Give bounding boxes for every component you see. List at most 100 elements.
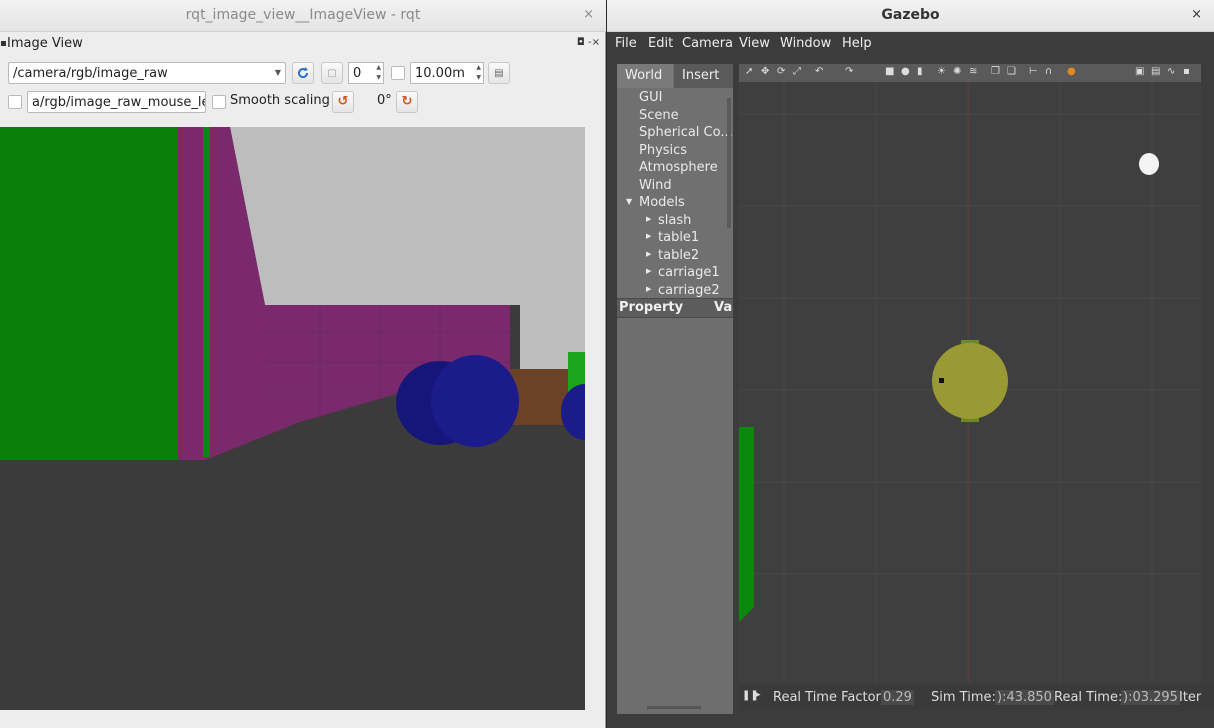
translate-mode-icon[interactable]: ✥ <box>761 66 769 77</box>
spin-down-icon[interactable]: ▼ <box>476 74 481 81</box>
box-shape-icon[interactable]: ■ <box>885 66 894 77</box>
scene-render <box>739 82 1201 683</box>
spinbox[interactable]: 0 ▲ ▼ <box>348 62 384 84</box>
scene-toolbar: ➚ ✥ ⟳ ⤢ ↶ ↷ ■ ● ▮ ☀ ✺ ≋ ❐ ❑ ⊢ ∩ ● ▣ ▤ ∿ … <box>739 64 1201 82</box>
view-angle-icon[interactable]: ● <box>1067 66 1076 77</box>
spin-down-icon[interactable]: ▼ <box>376 74 381 81</box>
gazebo-window-title: Gazebo <box>881 7 940 23</box>
spin-up-icon[interactable]: ▲ <box>476 64 481 71</box>
directional-light-icon[interactable]: ≋ <box>969 66 977 77</box>
menu-window[interactable]: Window <box>780 36 831 51</box>
tree-item-wind[interactable]: Wind <box>639 178 672 193</box>
world-panel: World Insert GUI Scene Spherical Co... P… <box>617 64 733 714</box>
iterations-label: Iter <box>1179 690 1202 705</box>
world-tree: GUI Scene Spherical Co... Physics Atmosp… <box>617 88 733 298</box>
refresh-icon <box>298 67 309 79</box>
real-time-factor-value: 0.29 <box>881 690 914 705</box>
save-image-button[interactable]: ▤ <box>488 62 510 84</box>
collapsed-arrow-icon[interactable]: ▶ <box>646 215 651 223</box>
model-item[interactable]: table1 <box>658 230 699 245</box>
dynamic-range-checkbox[interactable] <box>391 66 405 80</box>
menu-view[interactable]: View <box>739 36 770 51</box>
redo-icon[interactable]: ↷ <box>845 66 853 77</box>
screenshot-icon[interactable]: ▣ <box>1135 66 1144 77</box>
gazebo-titlebar: Gazebo × <box>607 0 1214 32</box>
model-item[interactable]: carriage2 <box>658 283 720 298</box>
rotate-left-icon: ↺ <box>337 94 349 109</box>
tree-item-spherical-coordinates[interactable]: Spherical Co... <box>639 125 733 140</box>
paste-icon[interactable]: ❑ <box>1007 66 1016 77</box>
menu-help[interactable]: Help <box>842 36 872 51</box>
rqt-titlebar: rqt_image_view__ImageView - rqt × <box>0 0 606 32</box>
tree-item-scene[interactable]: Scene <box>639 108 679 123</box>
tree-item-models[interactable]: Models <box>639 195 685 210</box>
zoom-1-button[interactable]: ▢ <box>321 62 343 84</box>
scale-mode-icon[interactable]: ⤢ <box>793 66 801 77</box>
property-header: Property Va <box>617 298 733 318</box>
chevron-down-icon: ▼ <box>274 68 281 77</box>
collapsed-arrow-icon[interactable]: ▶ <box>646 250 651 258</box>
copy-icon[interactable]: ❐ <box>991 66 1000 77</box>
sphere-shape-icon[interactable]: ● <box>901 66 910 77</box>
plot-icon[interactable]: ∿ <box>1167 66 1175 77</box>
refresh-topics-button[interactable] <box>292 62 314 84</box>
collapsed-arrow-icon[interactable]: ▶ <box>646 232 651 240</box>
rotate-right-button[interactable]: ↻ <box>396 91 418 113</box>
max-range-spinbox[interactable]: 10.00m ▲ ▼ <box>410 62 484 84</box>
tree-item-gui[interactable]: GUI <box>639 90 662 105</box>
point-light-icon[interactable]: ☀ <box>937 66 946 77</box>
undo-icon[interactable]: ↶ <box>815 66 823 77</box>
model-item[interactable]: carriage1 <box>658 265 720 280</box>
publish-mouse-checkbox[interactable] <box>8 95 22 109</box>
video-icon[interactable]: ▪ <box>1183 66 1190 77</box>
smooth-scaling-checkbox[interactable] <box>212 95 226 109</box>
image-view-dock-title: Image View ◘ -× <box>0 34 606 54</box>
gazebo-close-icon[interactable]: × <box>1191 7 1202 22</box>
real-time-value: ):03.295 <box>1121 690 1180 705</box>
menu-camera[interactable]: Camera <box>682 36 733 51</box>
rqt-close-icon[interactable]: × <box>583 7 594 22</box>
rotation-label: 0° <box>377 93 392 108</box>
menu-edit[interactable]: Edit <box>648 36 673 51</box>
sim-time-label: Sim Time: <box>931 690 996 705</box>
select-mode-icon[interactable]: ➚ <box>745 66 753 77</box>
rotate-mode-icon[interactable]: ⟳ <box>777 66 785 77</box>
spin-up-icon[interactable]: ▲ <box>376 64 381 71</box>
real-time-factor-label: Real Time Factor: <box>773 690 886 705</box>
3d-scene-view[interactable]: ➚ ✥ ⟳ ⤢ ↶ ↷ ■ ● ▮ ☀ ✺ ≋ ❐ ❑ ⊢ ∩ ● ▣ ▤ ∿ … <box>739 64 1201 683</box>
model-item[interactable]: slash <box>658 213 691 228</box>
collapsed-arrow-icon[interactable]: ▶ <box>646 267 651 275</box>
expand-arrow-icon[interactable]: ▼ <box>626 197 632 206</box>
panel-hscrollbar[interactable] <box>647 706 701 709</box>
camera-image[interactable] <box>0 127 585 710</box>
property-column-label: Property <box>619 300 684 315</box>
tree-scrollbar[interactable] <box>727 98 731 228</box>
panel-tabs: World Insert <box>617 64 733 88</box>
spinbox-value: 0 <box>353 66 362 81</box>
mouse-topic-field[interactable]: a/rgb/image_raw_mouse_left <box>27 91 206 113</box>
rotate-left-button[interactable]: ↺ <box>332 91 354 113</box>
max-range-value: 10.00m <box>415 66 465 81</box>
topic-combobox[interactable]: /camera/rgb/image_raw ▼ <box>8 62 286 84</box>
align-icon[interactable]: ⊢ <box>1029 66 1038 77</box>
dock-title-label: Image View <box>7 36 83 51</box>
cylinder-shape-icon[interactable]: ▮ <box>917 66 923 77</box>
dock-handle-icon <box>1 41 6 46</box>
menu-file[interactable]: File <box>615 36 637 51</box>
camera-image-render <box>0 127 585 710</box>
step-icon[interactable]: ▸ <box>756 690 761 700</box>
spot-light-icon[interactable]: ✺ <box>953 66 961 77</box>
model-item[interactable]: table2 <box>658 248 699 263</box>
rotate-right-icon: ↻ <box>401 94 413 109</box>
log-icon[interactable]: ▤ <box>1151 66 1160 77</box>
dock-controls-icon[interactable]: ◘ -× <box>577 37 600 48</box>
tree-item-physics[interactable]: Physics <box>639 143 687 158</box>
status-bar: ❚❚ ▸ Real Time Factor: 0.29 Sim Time: ):… <box>739 686 1214 710</box>
tab-world[interactable]: World <box>617 64 673 88</box>
sim-time-value: ):43.850 <box>995 690 1054 705</box>
real-time-label: Real Time: <box>1054 690 1123 705</box>
tab-insert[interactable]: Insert <box>674 64 733 88</box>
tree-item-atmosphere[interactable]: Atmosphere <box>639 160 718 175</box>
snap-icon[interactable]: ∩ <box>1045 66 1052 77</box>
collapsed-arrow-icon[interactable]: ▶ <box>646 285 651 293</box>
